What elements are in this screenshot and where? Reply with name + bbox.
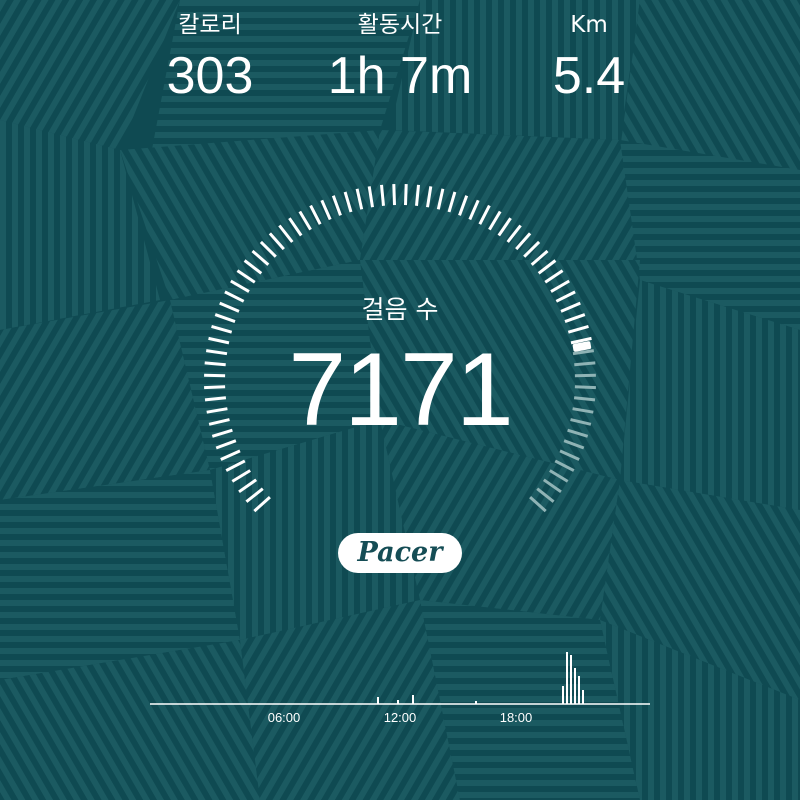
timeline-tick-18: 18:00 — [499, 710, 533, 725]
pacer-screen: 칼로리 303 활동시간 1h 7m Km 5.4 걸음 수 7171 Pace… — [0, 0, 800, 800]
timeline-tick-12: 12:00 — [383, 710, 417, 725]
activity-timeline — [150, 652, 650, 705]
timeline-tick-06: 06:00 — [267, 710, 301, 725]
